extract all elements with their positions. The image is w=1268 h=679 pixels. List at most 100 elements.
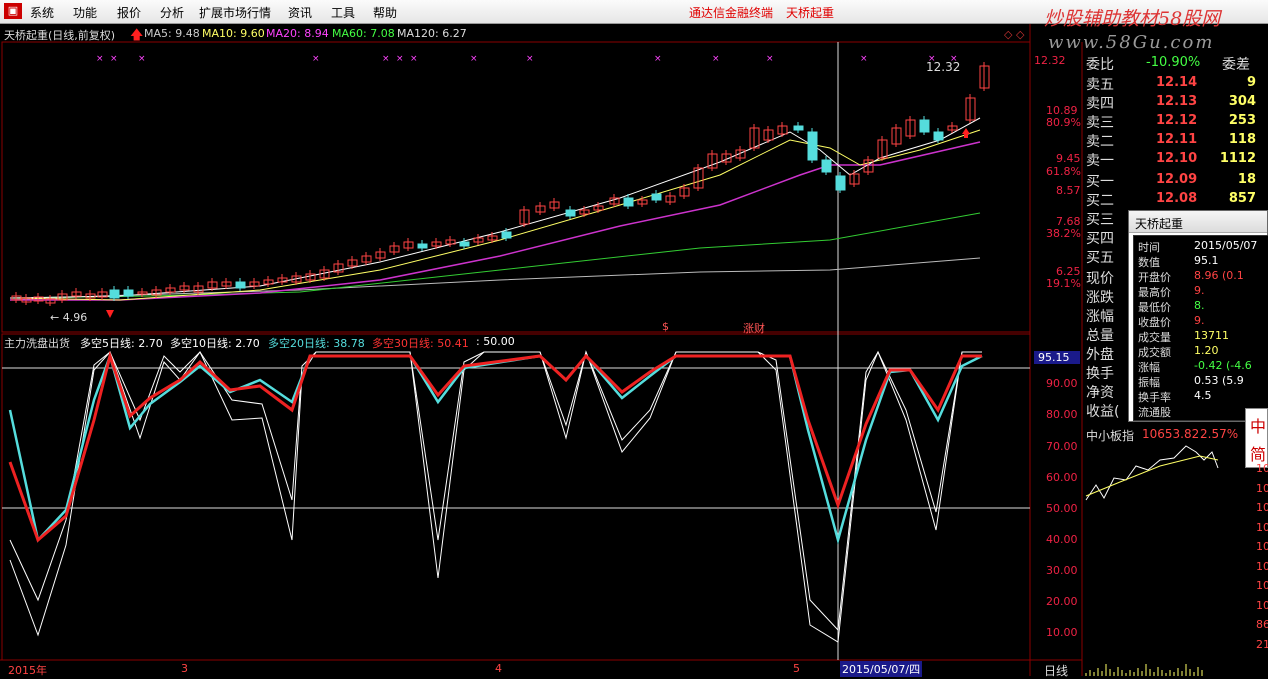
- price-tick: 12.32: [1034, 54, 1066, 67]
- bid-label: 买四: [1086, 231, 1114, 247]
- ask-volume: 118: [1228, 132, 1256, 147]
- stat-label: 外盘: [1086, 347, 1114, 363]
- candle-body: [123, 289, 134, 297]
- signal-marker-icon: ×: [312, 54, 320, 64]
- stat-label: 涨幅: [1086, 309, 1114, 325]
- signal-marker-icon: ×: [138, 54, 146, 64]
- indicator-chart: [8, 350, 983, 643]
- ind-tick: 10.00: [1046, 626, 1078, 639]
- signal-marker-icon: ×: [860, 54, 868, 64]
- popup-field-value: 2015/05/07: [1194, 239, 1258, 252]
- ma20-line: [10, 141, 981, 301]
- pct-tick: 61.8%: [1046, 165, 1081, 178]
- stat-label: 涨跌: [1086, 290, 1114, 306]
- candle-body: [919, 119, 930, 133]
- data-window-popup[interactable]: 天桥起重 时间 2015/05/07 数值 95.1 开盘价 8.96 (0.1 最高价 9.…: [1128, 210, 1268, 422]
- date-label-may: 5: [793, 662, 800, 675]
- ask-label: 卖三: [1086, 115, 1114, 131]
- popup-field-label: 最低价: [1138, 301, 1171, 314]
- candle-body: [793, 125, 804, 131]
- candle-body: [235, 281, 246, 289]
- buy-arrow-icon: [106, 310, 114, 318]
- ind-tick: 40.00: [1046, 533, 1078, 546]
- popup-field-label: 收盘价: [1138, 316, 1171, 329]
- popup-field-value: 8.96 (0.1: [1194, 269, 1244, 282]
- ask-price: 12.12: [1156, 113, 1198, 128]
- pct-tick: 38.2%: [1046, 227, 1081, 240]
- diamond-icons[interactable]: ◇ ◇: [1004, 28, 1024, 41]
- stat-label: 换手: [1086, 366, 1114, 382]
- event-label[interactable]: 涨财: [743, 320, 765, 336]
- popup-field-value: -0.42 (-4.6: [1194, 359, 1252, 372]
- popup-field-label: 成交量: [1138, 331, 1171, 344]
- ind-line30-label: 多空30日线: 50.41: [372, 337, 469, 350]
- ask-price: 12.11: [1156, 132, 1198, 147]
- signal-marker-icon: ×: [712, 54, 720, 64]
- period-label[interactable]: 日线: [1044, 662, 1068, 679]
- low-price-label: ← 4.96: [50, 311, 88, 324]
- popup-field-label: 数值: [1138, 256, 1160, 269]
- index-mini-tick: 10: [1256, 598, 1268, 612]
- price-chart: × × × × × × × × × × × × × × ×: [9, 54, 990, 318]
- event-mark-icon[interactable]: $: [662, 320, 669, 333]
- ind-tick: 70.00: [1046, 440, 1078, 453]
- index-mini-tick: 86: [1256, 618, 1268, 631]
- ask-volume: 304: [1228, 94, 1256, 109]
- popup-field-label: 涨幅: [1138, 361, 1160, 374]
- bid-volume: 18: [1237, 172, 1256, 187]
- ind-line10-label: 多空10日线: 2.70: [170, 337, 260, 350]
- index-mini-tick: 10: [1256, 501, 1268, 514]
- price-tick: 8.57: [1056, 184, 1081, 197]
- popup-field-value: 1.20: [1194, 344, 1219, 357]
- ask-volume: 1112: [1219, 151, 1256, 166]
- date-label-march: 3: [181, 662, 188, 675]
- ind-line5-label: 多空5日线: 2.70: [80, 337, 163, 350]
- index-mini-line: [1085, 445, 1219, 501]
- popup-field-label: 换手率: [1138, 391, 1171, 404]
- side-toggle-button[interactable]: 中 简: [1245, 408, 1268, 468]
- ma60-line: [9, 212, 981, 299]
- ask-price: 12.10: [1156, 151, 1198, 166]
- index-mini-chart: [1085, 445, 1219, 676]
- ind-tick: 80.00: [1046, 408, 1078, 421]
- ask-price: 12.13: [1156, 94, 1198, 109]
- candle-body: [501, 231, 512, 239]
- ind-tick: 60.00: [1046, 471, 1078, 484]
- ind-line50-label: : 50.00: [476, 335, 515, 348]
- candle-body: [807, 131, 818, 161]
- bid-label: 买二: [1086, 193, 1114, 209]
- popup-body: 时间 2015/05/07 数值 95.1 开盘价 8.96 (0.1 最高价 9. 最低价 8.…: [1133, 235, 1268, 421]
- committee-value: -10.90%: [1146, 55, 1201, 70]
- popup-field-label: 振幅: [1138, 376, 1160, 389]
- bid-volume: 857: [1228, 191, 1256, 206]
- popup-field-label: 成交额: [1138, 346, 1171, 359]
- ask-volume: 9: [1246, 75, 1256, 90]
- price-tick: 9.45: [1056, 152, 1081, 165]
- ask-label: 卖二: [1086, 134, 1114, 150]
- popup-field-label: 最高价: [1138, 286, 1171, 299]
- signal-marker-icon: ×: [96, 54, 104, 64]
- stat-label: 净资: [1086, 385, 1114, 401]
- popup-field-value: 9.: [1194, 284, 1205, 297]
- index-mini-tick: 10: [1256, 540, 1268, 553]
- indicator-current-value: 95.15: [1034, 351, 1080, 364]
- committee-label: 委比: [1086, 57, 1114, 73]
- index-mini-tick: 10: [1256, 559, 1268, 573]
- date-label-april: 4: [495, 662, 502, 675]
- candle-body: [459, 241, 470, 247]
- ma10-line: [9, 129, 981, 301]
- bid-price: 12.08: [1156, 191, 1198, 206]
- index-change: 2.57%: [1200, 427, 1239, 441]
- pct-tick: 19.1%: [1046, 277, 1081, 290]
- candle-body: [565, 209, 576, 217]
- ind-tick: 50.00: [1046, 502, 1078, 515]
- index-name[interactable]: 中小板指: [1086, 427, 1134, 444]
- popup-title[interactable]: 天桥起重: [1129, 211, 1267, 233]
- ma120-label: MA120: 6.27: [397, 27, 467, 40]
- index-mini-tick: 10: [1256, 481, 1268, 495]
- bid-price: 12.09: [1156, 172, 1198, 187]
- indicator-title: 主力洗盘出货: [4, 337, 70, 350]
- high-price-label: 12.32: [926, 60, 961, 74]
- buy-arrow-icon: [962, 128, 970, 138]
- ask-label: 卖一: [1086, 153, 1114, 169]
